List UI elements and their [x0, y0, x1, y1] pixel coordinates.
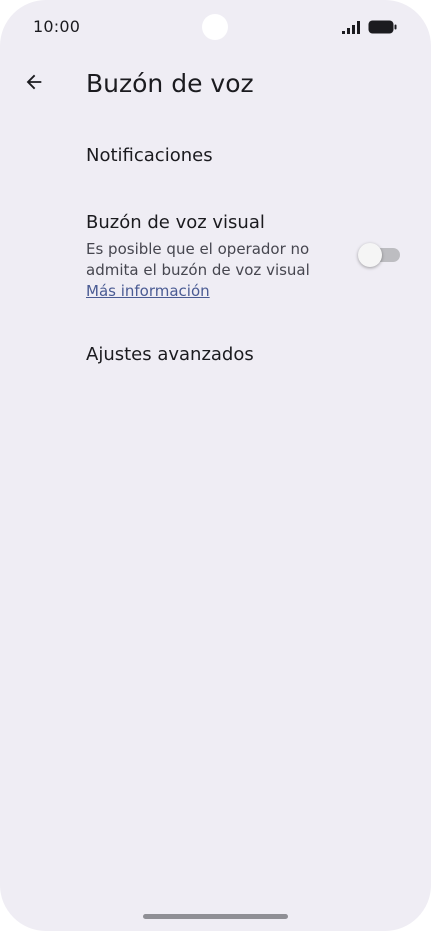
notifications-setting[interactable]: Notificaciones — [0, 120, 431, 192]
app-bar: Buzón de voz — [0, 56, 431, 120]
status-bar: 10:00 — [0, 0, 431, 56]
page-title: Buzón de voz — [86, 69, 254, 98]
cellular-signal-icon — [342, 20, 364, 34]
visual-voicemail-title: Buzón de voz visual — [86, 212, 265, 233]
front-camera-cutout — [202, 14, 228, 40]
toggle-thumb — [358, 243, 382, 267]
home-indicator[interactable] — [143, 914, 288, 919]
battery-full-icon — [368, 20, 398, 34]
visual-voicemail-summary-line1: Es posible que el operador no — [86, 240, 310, 258]
visual-voicemail-toggle[interactable] — [358, 242, 400, 268]
visual-voicemail-summary-line2: admita el buzón de voz visual — [86, 261, 310, 279]
back-button[interactable] — [16, 66, 52, 102]
notifications-title: Notificaciones — [86, 145, 213, 166]
visual-voicemail-summary: Es posible que el operador no admita el … — [86, 239, 336, 302]
advanced-settings-title: Ajustes avanzados — [86, 344, 254, 365]
arrow-back-icon — [23, 71, 45, 98]
phone-screen: 10:00 Buzón de voz Notificaciones Buzón … — [0, 0, 431, 931]
status-time: 10:00 — [33, 17, 81, 36]
more-info-link[interactable]: Más información — [86, 281, 336, 302]
advanced-settings[interactable]: Ajustes avanzados — [0, 322, 431, 392]
